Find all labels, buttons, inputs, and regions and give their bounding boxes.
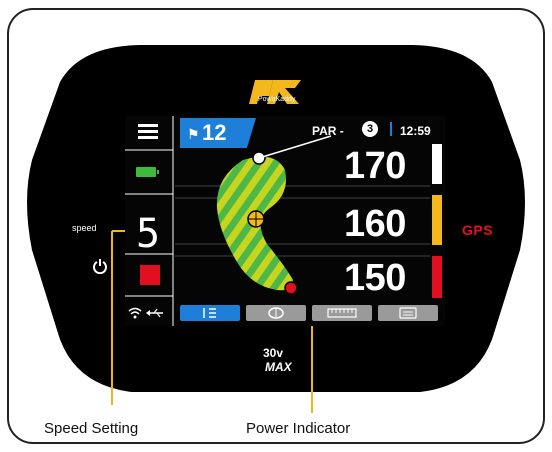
par-value: 3	[362, 121, 378, 137]
green-view-icon	[268, 307, 284, 319]
distance-middle-bar	[432, 195, 442, 245]
wifi-icon	[128, 307, 142, 319]
scorecard-icon	[399, 307, 417, 319]
power-icon[interactable]	[92, 258, 108, 274]
power-indicator-label: Power Indicator	[246, 420, 351, 437]
flag-icon: ⚑	[187, 126, 200, 142]
distance-front: 150	[344, 257, 406, 299]
speed-label: speed	[72, 223, 97, 233]
gps-label: GPS	[462, 222, 494, 238]
tab-hole-info[interactable]	[180, 305, 240, 321]
usb-icon	[146, 308, 163, 318]
clock-time: 12:59	[400, 124, 431, 138]
distance-front-bar	[432, 256, 442, 298]
menu-icon[interactable]	[138, 124, 158, 140]
power-indicator	[140, 265, 160, 285]
brand-logo-text: PowaKaddy	[258, 96, 296, 103]
header-separator	[390, 122, 392, 136]
tab-bar	[180, 305, 442, 323]
tab-ruler[interactable]	[312, 305, 372, 321]
tab-scorecard[interactable]	[378, 305, 438, 321]
hole-number: 12	[202, 120, 227, 145]
hole-info-icon	[203, 308, 216, 318]
distance-back-bar	[432, 144, 442, 184]
distance-back: 170	[344, 145, 406, 187]
ruler-icon	[327, 308, 357, 318]
par-label: PAR -	[312, 124, 344, 138]
speed-value: 5	[136, 211, 161, 257]
model-badge-bottom: MAX	[265, 360, 292, 374]
distance-middle: 160	[344, 203, 406, 245]
speed-setting-label: Speed Setting	[44, 420, 139, 437]
tab-green-view[interactable]	[246, 305, 306, 321]
model-badge-top: 30v	[263, 346, 284, 360]
battery-icon	[136, 167, 159, 177]
